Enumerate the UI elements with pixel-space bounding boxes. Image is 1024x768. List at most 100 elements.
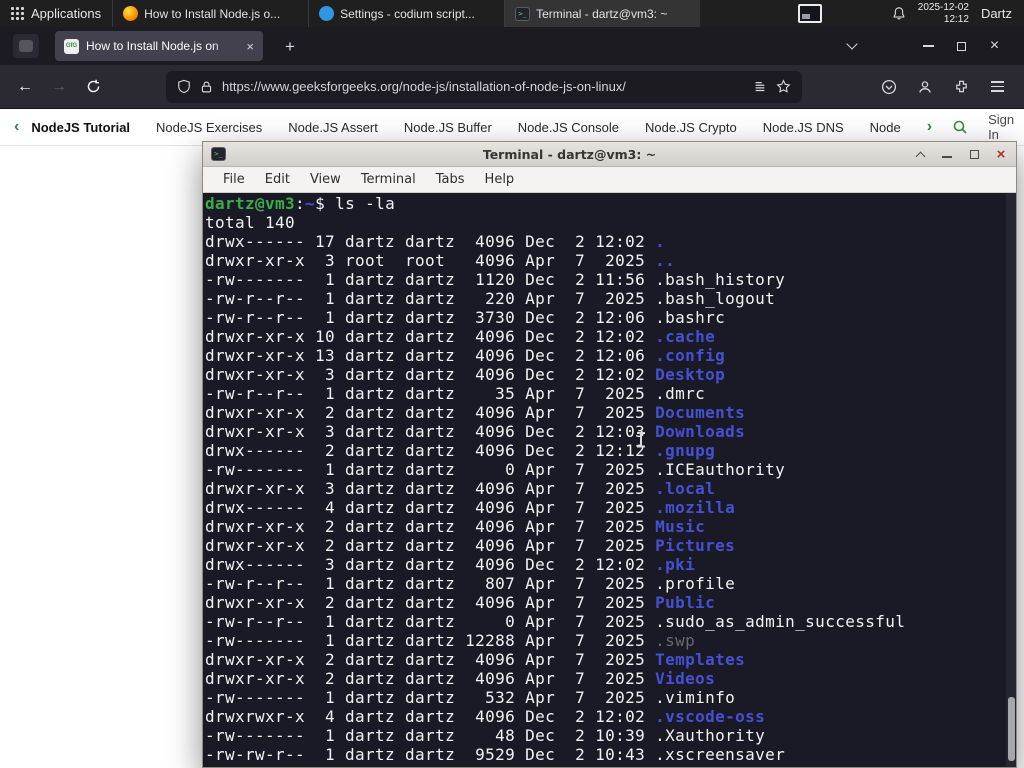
tracking-shield-icon[interactable] bbox=[177, 79, 191, 94]
terminal-window: Terminal - dartz@vm3: ~ × File Edit View… bbox=[202, 141, 1017, 768]
user-menu[interactable]: Dartz bbox=[981, 6, 1016, 21]
terminal-line: drwxr-xr-x 3 dartz dartz 4096 Dec 2 12:0… bbox=[205, 422, 746, 441]
clock[interactable]: 2025-12-02 12:12 bbox=[918, 2, 969, 25]
menu-terminal[interactable]: Terminal bbox=[351, 172, 426, 187]
terminal-viewport[interactable]: dartz@vm3:~$ ls -la total 140 drwx------… bbox=[203, 193, 1016, 767]
menu-tabs[interactable]: Tabs bbox=[426, 172, 475, 187]
codium-icon bbox=[319, 6, 335, 21]
extensions-icon[interactable] bbox=[944, 71, 978, 103]
list-all-tabs-icon[interactable] bbox=[835, 33, 868, 59]
back-button[interactable]: ← bbox=[8, 71, 42, 103]
forward-button[interactable]: → bbox=[42, 71, 76, 103]
applications-label: Applications bbox=[31, 6, 102, 21]
file-name: .vscode-oss bbox=[655, 707, 766, 726]
subnav-item-buffer[interactable]: Node.JS Buffer bbox=[404, 120, 492, 135]
reader-view-icon[interactable] bbox=[753, 80, 767, 94]
new-tab-button[interactable]: + bbox=[278, 35, 302, 59]
panel-right: 2025-12-02 12:12 Dartz bbox=[790, 0, 1024, 27]
tray-window-icon[interactable] bbox=[797, 4, 822, 23]
terminal-line: -rw-r--r-- 1 dartz dartz 35 Apr 7 2025 .… bbox=[205, 384, 706, 403]
subnav-scroll-left-icon[interactable]: ‹ bbox=[14, 119, 19, 135]
menu-edit[interactable]: Edit bbox=[255, 172, 300, 187]
terminal-window-controls: × bbox=[913, 146, 1008, 163]
terminal-line: drwxr-xr-x 2 dartz dartz 4096 Apr 7 2025… bbox=[205, 669, 716, 688]
file-name: .profile bbox=[655, 574, 736, 593]
browser-tab[interactable]: GfG How to Install Node.js on × bbox=[55, 31, 263, 61]
taskbar-item-firefox[interactable]: How to Install Node.js o... bbox=[112, 0, 308, 27]
terminal-line: -rw------- 1 dartz dartz 1120 Dec 2 11:5… bbox=[205, 270, 786, 289]
search-icon[interactable] bbox=[952, 119, 968, 135]
window-controls: × bbox=[835, 33, 1024, 59]
terminal-line: drwxr-xr-x 2 dartz dartz 4096 Apr 7 2025… bbox=[205, 403, 746, 422]
lock-icon[interactable] bbox=[200, 80, 213, 94]
browser-toolbar: ← → https://www.geeksforgeeks.org/node-j… bbox=[0, 65, 1024, 109]
file-name: Desktop bbox=[655, 365, 726, 384]
subnav-item-console[interactable]: Node.JS Console bbox=[518, 120, 619, 135]
firefox-view-icon[interactable] bbox=[13, 34, 39, 58]
clock-time: 12:12 bbox=[943, 13, 969, 25]
subnav-scroll-right-icon[interactable]: › bbox=[927, 119, 932, 135]
terminal-line: drwxr-xr-x 2 dartz dartz 4096 Apr 7 2025… bbox=[205, 593, 716, 612]
terminal-line: drwxr-xr-x 3 root root 4096 Apr 7 2025 .… bbox=[205, 251, 676, 270]
subnav-item-tutorial[interactable]: NodeJS Tutorial bbox=[31, 120, 130, 135]
url-bar[interactable]: https://www.geeksforgeeks.org/node-js/in… bbox=[166, 70, 802, 103]
terminal-line: -rw------- 1 dartz dartz 48 Dec 2 10:39 … bbox=[205, 726, 766, 745]
desktop: Applications How to Install Node.js o...… bbox=[0, 0, 1024, 768]
terminal-line: drwxr-xr-x 2 dartz dartz 4096 Apr 7 2025… bbox=[205, 517, 706, 536]
subnav-item-crypto[interactable]: Node.JS Crypto bbox=[645, 120, 737, 135]
terminal-line: drwx------ 4 dartz dartz 4096 Apr 7 2025… bbox=[205, 498, 736, 517]
terminal-line: -rw------- 1 dartz dartz 12288 Apr 7 202… bbox=[205, 631, 696, 650]
terminal-line: drwx------ 2 dartz dartz 4096 Dec 2 12:1… bbox=[205, 441, 716, 460]
menu-file[interactable]: File bbox=[213, 172, 255, 187]
firefox-icon bbox=[123, 6, 139, 21]
file-name: Music bbox=[655, 517, 706, 536]
applications-menu[interactable]: Applications bbox=[0, 0, 112, 27]
taskbar-item-codium[interactable]: Settings - codium script... bbox=[308, 0, 504, 27]
account-icon[interactable] bbox=[908, 71, 942, 103]
terminal-line: drwxrwxr-x 4 dartz dartz 4096 Dec 2 12:0… bbox=[205, 707, 766, 726]
file-name: .cache bbox=[655, 327, 716, 346]
subnav-item-truncated[interactable]: Node bbox=[870, 120, 901, 135]
terminal-line: drwxr-xr-x 3 dartz dartz 4096 Apr 7 2025… bbox=[205, 479, 716, 498]
menu-hamburger-icon[interactable] bbox=[980, 71, 1014, 103]
browser-minimize-icon[interactable] bbox=[912, 33, 945, 59]
subnav-item-exercises[interactable]: NodeJS Exercises bbox=[156, 120, 262, 135]
sign-in-button[interactable]: Sign In bbox=[988, 112, 1014, 142]
subnav-item-assert[interactable]: Node.JS Assert bbox=[288, 120, 378, 135]
terminal-line: drwxr-xr-x 3 dartz dartz 4096 Dec 2 12:0… bbox=[205, 365, 726, 384]
file-name: . bbox=[655, 232, 666, 251]
taskbar-item-terminal[interactable]: Terminal - dartz@vm3: ~ bbox=[504, 0, 701, 27]
terminal-line: drwxr-xr-x 10 dartz dartz 4096 Dec 2 12:… bbox=[205, 327, 716, 346]
terminal-scrollbar[interactable] bbox=[1006, 193, 1016, 767]
terminal-icon bbox=[515, 6, 531, 21]
browser-maximize-icon[interactable] bbox=[945, 33, 978, 59]
reload-button[interactable] bbox=[76, 71, 110, 103]
terminal-titlebar[interactable]: Terminal - dartz@vm3: ~ × bbox=[203, 142, 1016, 167]
file-name: .sudo_as_admin_successful bbox=[655, 612, 906, 631]
terminal-title: Terminal - dartz@vm3: ~ bbox=[482, 146, 657, 162]
file-name: Public bbox=[655, 593, 716, 612]
terminal-line: drwx------ 3 dartz dartz 4096 Dec 2 12:0… bbox=[205, 555, 696, 574]
file-name: .Xauthority bbox=[655, 726, 766, 745]
menu-view[interactable]: View bbox=[300, 172, 351, 187]
tab-close-icon[interactable]: × bbox=[246, 39, 254, 54]
clock-date: 2025-12-02 bbox=[917, 2, 969, 13]
menu-help[interactable]: Help bbox=[475, 172, 525, 187]
file-name: .dmrc bbox=[655, 384, 706, 403]
pocket-icon[interactable] bbox=[872, 71, 906, 103]
browser-close-icon[interactable]: × bbox=[978, 33, 1011, 59]
file-name: .bash_history bbox=[655, 270, 786, 289]
subnav-item-dns[interactable]: Node.JS DNS bbox=[763, 120, 844, 135]
terminal-close-icon[interactable]: × bbox=[994, 146, 1008, 163]
notifications-bell-icon[interactable] bbox=[892, 6, 906, 21]
terminal-title-icon bbox=[211, 147, 226, 161]
terminal-minimize-icon[interactable] bbox=[940, 147, 954, 161]
mouse-cursor bbox=[636, 431, 646, 449]
terminal-maximize-icon[interactable] bbox=[967, 147, 981, 161]
terminal-scrollbar-thumb[interactable] bbox=[1008, 697, 1015, 761]
terminal-line: drwx------ 17 dartz dartz 4096 Dec 2 12:… bbox=[205, 232, 666, 251]
tab-strip: GfG How to Install Node.js on × + × bbox=[0, 27, 1024, 65]
file-name: Downloads bbox=[655, 422, 746, 441]
terminal-shade-icon[interactable] bbox=[913, 147, 927, 161]
bookmark-star-icon[interactable] bbox=[776, 79, 791, 94]
